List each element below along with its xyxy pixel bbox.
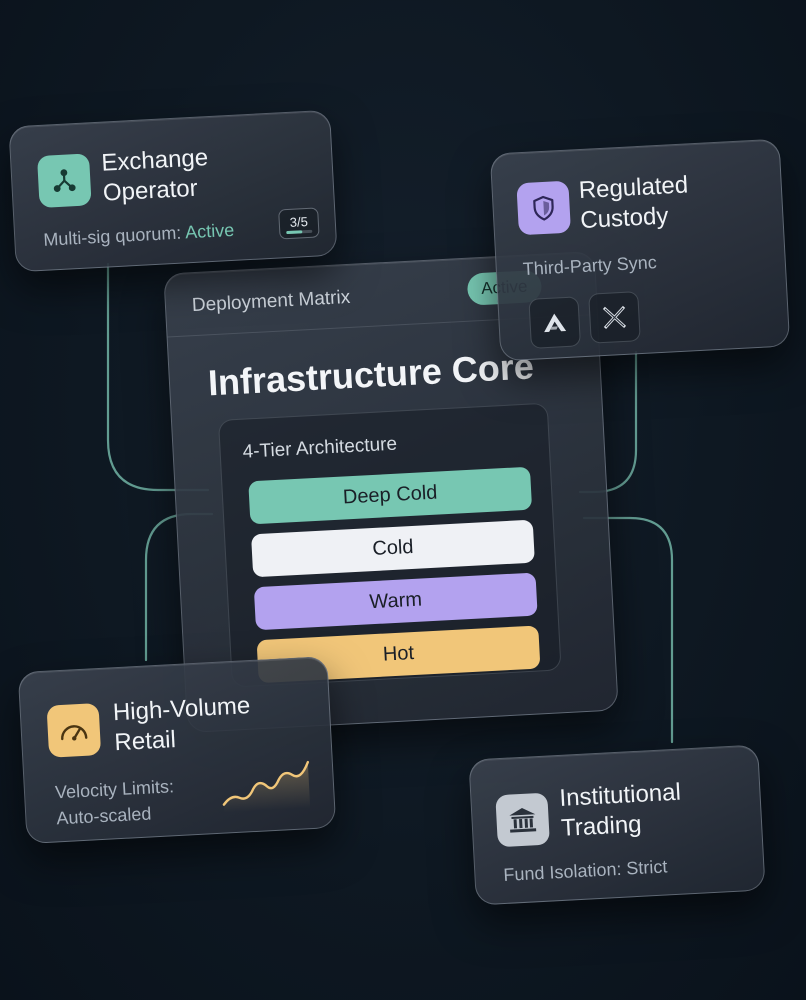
institutional-trading-card[interactable]: Institutional Trading Fund Isolation: St… — [468, 744, 766, 906]
deployment-matrix-label: Deployment Matrix — [191, 286, 351, 317]
velocity-limits-text: Velocity Limits: Auto-scaled — [54, 776, 175, 829]
quorum-status: Active — [184, 219, 235, 243]
multisig-quorum-text: Multi-sig quorum: Active — [42, 219, 235, 250]
exchange-operator-card[interactable]: Exchange Operator Multi-sig quorum: Acti… — [8, 109, 338, 273]
x-mark-logo[interactable] — [588, 291, 641, 344]
fund-isolation-text: Fund Isolation: Strict — [502, 856, 668, 885]
tier-cold[interactable]: Cold — [251, 519, 535, 578]
exchange-operator-title: Exchange Operator — [100, 144, 209, 207]
tier-deep-cold[interactable]: Deep Cold — [248, 466, 533, 525]
quorum-progress-bar — [286, 229, 313, 235]
high-volume-retail-card[interactable]: High-Volume Retail Velocity Limits: Auto… — [17, 656, 337, 844]
tier-warm[interactable]: Warm — [253, 572, 538, 631]
quorum-count-badge: 3/5 — [278, 207, 320, 240]
shield-icon — [516, 180, 571, 236]
core-title: Infrastructure Core — [206, 345, 535, 404]
bank-icon — [495, 792, 550, 848]
regulated-custody-card[interactable]: Regulated Custody Third-Party Sync — [489, 138, 791, 362]
infrastructure-diagram: Deployment Matrix Active Infrastructure … — [0, 0, 806, 1000]
architecture-title: 4-Tier Architecture — [242, 433, 398, 463]
institutional-trading-title: Institutional Trading — [558, 778, 682, 842]
network-nodes-icon — [36, 153, 92, 208]
regulated-custody-title: Regulated Custody — [578, 171, 689, 235]
velocity-sparkline — [222, 760, 311, 813]
architecture-tiers: 4-Tier Architecture Deep Cold Cold Warm … — [217, 402, 562, 688]
arrow-mark-logo[interactable] — [528, 296, 581, 349]
gauge-icon — [46, 703, 102, 758]
third-party-sync-text: Third-Party Sync — [522, 252, 658, 280]
high-volume-retail-title: High-Volume Retail — [112, 692, 251, 757]
